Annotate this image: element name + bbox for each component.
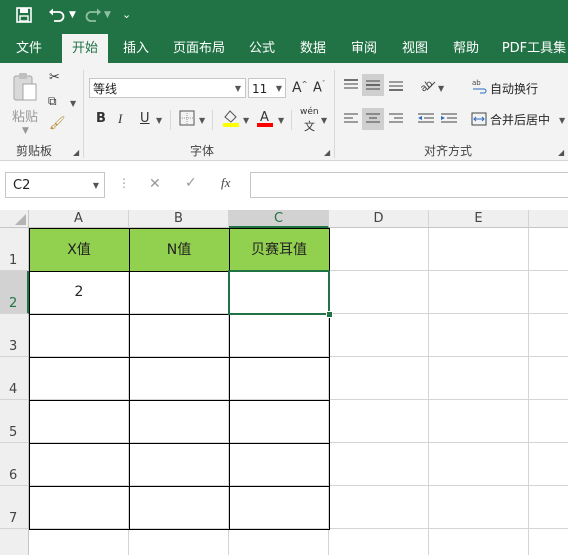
redo-icon[interactable] [84, 7, 102, 27]
row-header-1[interactable]: 1 [0, 228, 29, 271]
font-size-combo[interactable]: 11 ▼ [248, 78, 286, 98]
fill-color-icon[interactable] [222, 108, 240, 131]
bold-button[interactable]: B [96, 111, 106, 126]
undo-dropdown-icon[interactable]: ▼ [69, 10, 76, 20]
increase-font-size-icon[interactable]: A^ [292, 80, 307, 96]
row-header-2[interactable]: 2 [0, 271, 29, 314]
phonetic-guide-icon[interactable]: wén [300, 107, 319, 117]
phonetic-char-icon[interactable]: 文 [304, 118, 315, 134]
group-separator [334, 70, 335, 158]
increase-indent-icon[interactable] [440, 112, 458, 129]
tab-insert[interactable]: 插入 [116, 34, 156, 63]
align-top-icon[interactable] [343, 78, 359, 95]
tab-help[interactable]: 帮助 [447, 34, 485, 63]
cut-icon[interactable]: ✂ [49, 70, 60, 85]
format-painter-icon[interactable]: 🖌 [49, 116, 66, 131]
tab-formulas[interactable]: 公式 [244, 34, 280, 63]
svg-text:ab: ab [419, 78, 436, 92]
column-header-f[interactable] [529, 210, 568, 228]
row-header-5[interactable]: 5 [0, 400, 29, 443]
tab-page-layout[interactable]: 页面布局 [168, 34, 230, 63]
row-header-6[interactable]: 6 [0, 443, 29, 486]
select-all-corner[interactable] [0, 210, 29, 228]
align-bottom-icon[interactable] [388, 78, 404, 95]
decrease-indent-icon[interactable] [417, 112, 435, 129]
row-header-4[interactable]: 4 [0, 357, 29, 400]
decrease-font-size-icon[interactable]: Aˇ [313, 80, 325, 95]
chevron-down-icon: ▼ [234, 84, 241, 93]
fill-color-dropdown-icon[interactable]: ▼ [243, 116, 249, 125]
font-launcher-icon[interactable]: ◢ [324, 148, 330, 157]
font-name-combo[interactable]: 等线 ▼ [89, 78, 246, 98]
fill-handle[interactable] [326, 311, 333, 318]
redo-dropdown-icon: ▼ [104, 10, 111, 20]
active-cell-c2[interactable] [228, 270, 330, 315]
paste-icon[interactable] [12, 72, 38, 105]
cancel-icon[interactable]: ✕ [149, 176, 161, 192]
row-header-8[interactable] [0, 529, 29, 555]
align-right-icon[interactable] [388, 112, 404, 129]
align-middle-button[interactable] [362, 74, 384, 96]
chevron-down-icon: ▼ [92, 181, 99, 190]
column-header-e[interactable]: E [429, 210, 529, 228]
column-header-c[interactable]: C [229, 210, 329, 228]
align-left-icon[interactable] [343, 112, 359, 129]
underline-dropdown-icon[interactable]: ▼ [156, 116, 162, 125]
alignment-launcher-icon[interactable]: ◢ [558, 148, 564, 157]
font-name-value: 等线 [93, 82, 118, 96]
divider [291, 110, 292, 130]
wrap-text-button[interactable]: 自动换行 [490, 80, 538, 97]
tab-file[interactable]: 文件 [10, 34, 48, 63]
font-group-label: 字体 [190, 144, 215, 158]
undo-icon[interactable] [48, 7, 66, 27]
italic-button[interactable]: I [118, 111, 122, 127]
copy-icon[interactable]: ⧉ [48, 94, 57, 109]
borders-dropdown-icon[interactable]: ▼ [199, 116, 205, 125]
tab-home[interactable]: 开始 [62, 34, 108, 63]
clipboard-launcher-icon[interactable]: ◢ [73, 148, 79, 157]
merge-dropdown-icon[interactable]: ▼ [559, 116, 565, 125]
column-header-a[interactable]: A [29, 210, 129, 228]
paste-button-label[interactable]: 粘贴 [12, 106, 38, 125]
formula-input[interactable] [250, 172, 568, 198]
tab-data[interactable]: 数据 [294, 34, 332, 63]
name-box-value: C2 [13, 178, 31, 193]
tab-review[interactable]: 审阅 [345, 34, 383, 63]
font-size-value: 11 [252, 82, 268, 96]
row-header-3[interactable]: 3 [0, 314, 29, 357]
group-separator [83, 70, 84, 158]
svg-text:A: A [260, 110, 269, 125]
orientation-icon[interactable]: ab [418, 76, 436, 95]
merge-center-button[interactable]: 合并后居中 [490, 111, 550, 128]
more-options-icon[interactable]: ⋮ [118, 176, 130, 190]
divider [170, 110, 171, 130]
insert-function-icon[interactable]: fx [221, 175, 230, 191]
enter-icon[interactable]: ✓ [185, 175, 197, 191]
align-center-button[interactable] [362, 108, 384, 130]
wrap-text-icon[interactable]: ab [472, 78, 488, 97]
phonetic-dropdown-icon[interactable]: ▼ [321, 116, 327, 125]
borders-icon[interactable] [179, 110, 195, 129]
tab-view[interactable]: 视图 [396, 34, 434, 63]
orientation-dropdown-icon[interactable]: ▼ [438, 84, 444, 93]
svg-text:ab: ab [472, 79, 481, 87]
alignment-group-label: 对齐方式 [424, 144, 473, 158]
row-header-7[interactable]: 7 [0, 486, 29, 529]
font-color-icon[interactable]: A [256, 108, 274, 131]
name-box[interactable]: C2 ▼ [5, 172, 105, 198]
divider [212, 110, 213, 130]
copy-dropdown-icon[interactable]: ▼ [70, 99, 76, 108]
save-icon[interactable] [16, 7, 32, 27]
merge-center-icon[interactable] [471, 112, 487, 129]
underline-button[interactable]: U [140, 111, 150, 126]
column-header-b[interactable]: B [129, 210, 229, 228]
paste-dropdown-icon[interactable]: ▼ [22, 126, 29, 136]
column-header-d[interactable]: D [329, 210, 429, 228]
customize-qat-icon[interactable]: ⌄ [122, 8, 131, 21]
clipboard-group-label: 剪贴板 [16, 144, 53, 158]
chevron-down-icon: ▼ [275, 84, 282, 93]
font-color-dropdown-icon[interactable]: ▼ [278, 116, 284, 125]
tab-pdf-tools[interactable]: PDF工具集 [500, 34, 568, 63]
